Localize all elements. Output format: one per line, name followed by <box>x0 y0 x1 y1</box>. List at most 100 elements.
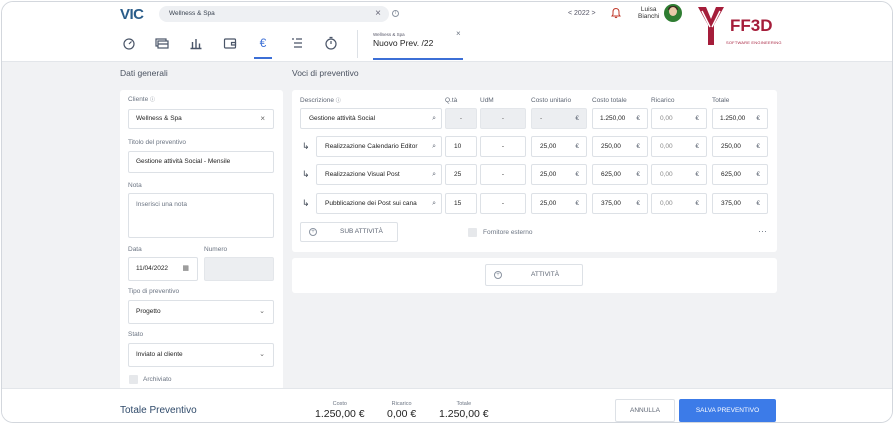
info-icon[interactable]: i <box>392 10 399 17</box>
col-costo-totale: Costo totale <box>592 97 627 104</box>
fornitore-checkbox[interactable] <box>468 228 477 237</box>
sub-item-arrow-icon: ↳ <box>302 141 310 151</box>
cancel-button[interactable]: ANNULLA <box>615 399 675 422</box>
activity-label: ATTIVITÀ <box>531 271 560 278</box>
row-qta[interactable]: 15 <box>445 193 477 214</box>
row-ricarico[interactable]: 0,00 € <box>651 193 707 214</box>
search-icon[interactable]: ⌕ <box>432 194 436 213</box>
row-udm[interactable]: - <box>480 164 526 185</box>
activity-panel: + ATTIVITÀ <box>292 258 777 293</box>
table-row-desc[interactable]: Realizzazione Visual Post ⌕ <box>316 164 442 185</box>
cost-value: 1.250,00 € <box>315 408 365 420</box>
dashboard-icon[interactable] <box>122 36 136 50</box>
stato-select[interactable]: Inviato al cliente ⌄ <box>128 343 274 367</box>
row-costo-unitario[interactable]: 25,00 € <box>531 136 587 157</box>
cliente-field[interactable]: Wellness & Spa × <box>128 109 274 129</box>
avatar-face <box>669 7 677 16</box>
table-row-desc[interactable]: Realizzazione Calendario Editor ⌕ <box>316 136 442 157</box>
row-totale: 250,00 € <box>712 136 768 157</box>
timer-icon[interactable] <box>324 36 338 50</box>
table-row-desc[interactable]: Pubblicazione dei Post sui cana ⌕ <box>316 193 442 214</box>
avatar[interactable] <box>664 4 682 22</box>
sub-item-arrow-icon: ↳ <box>302 169 310 179</box>
row-costo-totale: 1.250,00 € <box>592 108 648 129</box>
row-costo-totale: 250,00 € <box>592 136 648 157</box>
calendar-icon[interactable]: ▦ <box>182 258 189 280</box>
items-section-title: Voci di preventivo <box>292 68 359 78</box>
data-field[interactable]: 11/04/2022 ▦ <box>128 257 198 281</box>
tipo-value: Progetto <box>136 308 161 315</box>
row-qta[interactable]: 10 <box>445 136 477 157</box>
chart-icon[interactable] <box>189 36 203 50</box>
user-last-name: Bianchi <box>638 13 660 20</box>
sub-item-arrow-icon: ↳ <box>302 198 310 208</box>
add-activity-button[interactable]: + ATTIVITÀ <box>485 264 583 286</box>
clear-cliente-icon[interactable]: × <box>260 110 265 128</box>
search-icon[interactable]: ⌕ <box>432 137 436 156</box>
titolo-label: Titolo del preventivo <box>128 139 186 146</box>
total-summary: Totale 1.250,00 € <box>439 401 489 420</box>
search-icon[interactable]: ⌕ <box>432 109 436 128</box>
cliente-value: Wellness & Spa <box>136 115 182 122</box>
nota-label: Nota <box>128 182 142 189</box>
app-logo[interactable]: VIC <box>120 6 144 23</box>
main-content: Dati generali Voci di preventivo Cliente… <box>2 62 892 390</box>
cost-label: Costo <box>332 401 347 407</box>
search-icon[interactable]: ⌕ <box>432 165 436 184</box>
col-qta: Q.tà <box>445 97 458 104</box>
nav-divider <box>357 30 358 58</box>
row-totale: 1.250,00 € <box>712 108 768 129</box>
row-ricarico[interactable]: 0,00 € <box>651 136 707 157</box>
cost-summary: Costo 1.250,00 € <box>315 401 365 420</box>
card-icon[interactable] <box>155 36 169 50</box>
col-ricarico: Ricarico <box>651 97 675 104</box>
row-qta: - <box>445 108 477 129</box>
top-bar: VIC Wellness & Spa × i < 2022 > Luisa Bi… <box>2 2 892 62</box>
tab-current-quote[interactable]: Wellness & Spa Nuovo Prev. /22 × <box>373 29 463 60</box>
total-title: Totale Preventivo <box>120 405 197 416</box>
user-name[interactable]: Luisa Bianchi <box>638 6 659 20</box>
stato-label: Stato <box>128 331 144 338</box>
archiviato-label: Archiviato <box>143 376 172 383</box>
row-costo-unitario[interactable]: 25,00 € <box>531 164 587 185</box>
close-tab-icon[interactable]: × <box>456 29 461 38</box>
bell-icon[interactable] <box>610 7 622 19</box>
markup-label: Ricarico <box>391 401 412 407</box>
tab-active-indicator <box>373 58 463 60</box>
more-options-icon[interactable]: ··· <box>758 226 767 236</box>
row-costo-totale: 625,00 € <box>592 164 648 185</box>
archiviato-checkbox[interactable] <box>129 375 138 384</box>
user-first-name: Luisa <box>640 6 657 13</box>
row-ricarico[interactable]: 0,00 € <box>651 164 707 185</box>
table-row-desc[interactable]: Gestione attività Social ⌕ <box>300 108 442 129</box>
list-icon[interactable] <box>290 36 304 50</box>
client-search-value: Wellness & Spa <box>169 10 215 17</box>
add-sub-activity-button[interactable]: + SUB ATTIVITÀ <box>300 222 398 242</box>
col-udm: UdM <box>480 97 494 104</box>
euro-icon[interactable]: € <box>254 36 272 59</box>
clear-icon[interactable]: × <box>375 6 381 22</box>
total-value: 1.250,00 € <box>439 408 489 420</box>
tipo-select[interactable]: Progetto ⌄ <box>128 300 274 324</box>
ff3d-logo-icon <box>698 7 724 45</box>
nota-field[interactable]: Inserisci una nota <box>128 193 274 238</box>
markup-value: 0,00 € <box>387 408 417 420</box>
app-window: VIC Wellness & Spa × i < 2022 > Luisa Bi… <box>1 1 893 423</box>
quote-items-panel: Descrizione ⓘ Q.tà UdM Costo unitario Co… <box>292 90 777 252</box>
save-quote-button[interactable]: SALVA PREVENTIVO <box>679 399 776 422</box>
col-descrizione: Descrizione ⓘ <box>300 97 341 104</box>
year-selector[interactable]: < 2022 > <box>568 10 596 17</box>
row-udm[interactable]: - <box>480 136 526 157</box>
row-qta[interactable]: 25 <box>445 164 477 185</box>
client-search-pill[interactable]: Wellness & Spa × <box>159 6 389 22</box>
fornitore-label: Fornitore esterno <box>483 229 533 236</box>
total-label: Totale <box>456 401 472 407</box>
row-udm[interactable]: - <box>480 193 526 214</box>
wallet-icon[interactable] <box>223 36 237 50</box>
col-totale: Totale <box>712 97 730 104</box>
sub-activity-label: SUB ATTIVITÀ <box>340 228 383 235</box>
row-costo-unitario[interactable]: 25,00 € <box>531 193 587 214</box>
titolo-field[interactable]: Gestione attività Social - Mensile <box>128 151 274 173</box>
plus-circle-icon: + <box>309 228 317 236</box>
row-ricarico[interactable]: 0,00 € <box>651 108 707 129</box>
